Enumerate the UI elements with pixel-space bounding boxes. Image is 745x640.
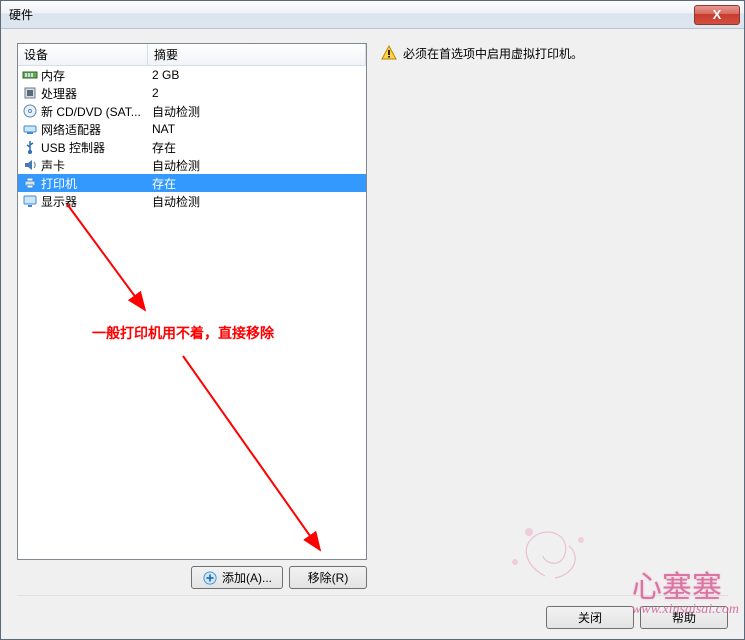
device-summary: 存在 (148, 139, 366, 156)
device-name: 网络适配器 (41, 121, 101, 138)
device-summary: 2 GB (148, 68, 366, 82)
dialog-close-label: 关闭 (578, 609, 602, 626)
usb-icon (22, 139, 38, 155)
column-summary[interactable]: 摘要 (148, 44, 366, 65)
add-icon (202, 570, 218, 586)
device-summary: 自动检测 (148, 193, 366, 210)
device-row[interactable]: 打印机 存在 (18, 174, 366, 192)
device-summary: 2 (148, 86, 366, 100)
window-title: 硬件 (9, 6, 694, 23)
warning-message: 必须在首选项中启用虚拟打印机。 (381, 45, 728, 62)
device-list[interactable]: 设备 摘要 内存2 GB处理器2新 CD/DVD (SAT...自动检测网络适配… (17, 43, 367, 560)
device-row[interactable]: 声卡 自动检测 (18, 156, 366, 174)
remove-button[interactable]: 移除(R) (289, 566, 367, 589)
device-row[interactable]: 网络适配器 NAT (18, 120, 366, 138)
device-row[interactable]: USB 控制器 存在 (18, 138, 366, 156)
device-row[interactable]: 显示器 自动检测 (18, 192, 366, 210)
device-list-header: 设备 摘要 (18, 44, 366, 66)
device-name: 声卡 (41, 157, 65, 174)
device-summary: 存在 (148, 175, 366, 192)
display-icon (22, 193, 38, 209)
device-row[interactable]: 处理器 2 (18, 84, 366, 102)
device-summary: 自动检测 (148, 157, 366, 174)
device-name: 新 CD/DVD (SAT... (41, 103, 141, 120)
device-name: 显示器 (41, 193, 77, 210)
add-button[interactable]: 添加(A)... (191, 566, 283, 589)
warning-icon (381, 45, 397, 61)
device-row[interactable]: 新 CD/DVD (SAT... 自动检测 (18, 102, 366, 120)
close-button[interactable]: X (694, 5, 740, 25)
sound-icon (22, 157, 38, 173)
device-summary: NAT (148, 122, 366, 136)
device-summary: 自动检测 (148, 103, 366, 120)
remove-button-label: 移除(R) (308, 569, 349, 586)
cpu-icon (22, 85, 38, 101)
device-name: 处理器 (41, 85, 77, 102)
warning-text: 必须在首选项中启用虚拟打印机。 (403, 45, 583, 62)
device-name: USB 控制器 (41, 139, 105, 156)
device-row[interactable]: 内存 2 GB (18, 66, 366, 84)
network-icon (22, 121, 38, 137)
help-label: 帮助 (672, 609, 696, 626)
titlebar: 硬件 X (1, 1, 744, 29)
help-button[interactable]: 帮助 (640, 606, 728, 629)
dialog-close-button[interactable]: 关闭 (546, 606, 634, 629)
device-name: 内存 (41, 67, 65, 84)
printer-icon (22, 175, 38, 191)
device-name: 打印机 (41, 175, 77, 192)
add-button-label: 添加(A)... (222, 569, 272, 586)
column-device[interactable]: 设备 (18, 44, 148, 65)
memory-icon (22, 67, 38, 83)
close-icon: X (713, 7, 722, 22)
cdrom-icon (22, 103, 38, 119)
